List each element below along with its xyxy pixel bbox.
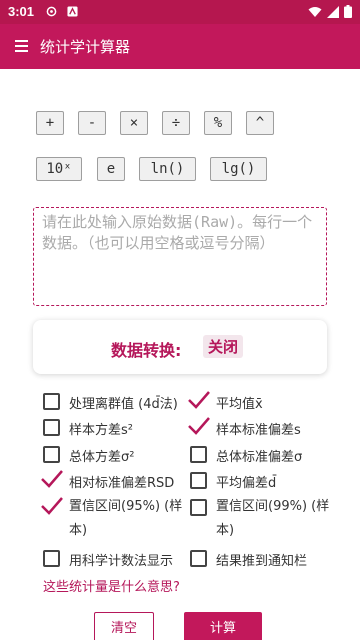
help-link[interactable]: 这些统计量是什么意思? — [43, 576, 180, 595]
data-conversion-value[interactable]: 关闭 — [203, 335, 244, 358]
data-conversion-label: 数据转换: — [111, 341, 182, 360]
check-icon[interactable] — [187, 414, 211, 438]
checkbox[interactable] — [43, 419, 60, 436]
checkbox[interactable] — [190, 550, 207, 567]
signal-icon — [327, 5, 339, 18]
option-mean-deviation-label: 平均偏差d̄ — [216, 476, 277, 491]
option-pop-sd-label: 总体标准偏差σ — [216, 450, 303, 465]
key-minus[interactable]: - — [78, 111, 106, 135]
option-ci95-label: 置信区间(95%) (样本) — [69, 499, 183, 538]
key-percent[interactable]: % — [204, 111, 232, 135]
checkbox[interactable] — [43, 446, 60, 463]
key-e[interactable]: e — [97, 157, 125, 181]
checkbox[interactable] — [190, 446, 207, 463]
key-multiply[interactable]: × — [120, 111, 148, 135]
menu-icon[interactable] — [14, 38, 30, 54]
key-lg[interactable]: lg() — [210, 157, 267, 181]
option-outlier[interactable]: 处理离群值 (4d̄法) — [43, 392, 183, 412]
checkbox[interactable] — [43, 550, 60, 567]
option-scientific-label: 用科学计数法显示 — [69, 554, 174, 569]
check-icon[interactable] — [187, 388, 211, 412]
option-ci99-label: 置信区间(99%) (样本) — [216, 499, 330, 538]
option-sample-variance[interactable]: 样本方差s² — [43, 418, 183, 438]
option-rsd-label: 相对标准偏差RSD — [69, 476, 175, 491]
option-rsd[interactable]: 相对标准偏差RSD — [41, 470, 183, 491]
option-pop-variance[interactable]: 总体方差σ² — [43, 445, 183, 465]
wifi-icon — [308, 6, 322, 17]
key-power[interactable]: ^ — [246, 111, 274, 135]
status-bar: 3:01 — [0, 0, 360, 24]
key-ln[interactable]: ln() — [139, 157, 196, 181]
option-sample-variance-label: 样本方差s² — [69, 423, 133, 438]
clear-button[interactable]: 清空 — [94, 612, 154, 640]
key-plus[interactable]: + — [36, 111, 64, 135]
status-time: 3:01 — [8, 4, 35, 19]
option-scientific[interactable]: 用科学计数法显示 — [43, 549, 183, 569]
app-title: 统计学计算器 — [40, 38, 131, 56]
option-mean-label: 平均值x̄ — [216, 397, 263, 412]
option-pop-variance-label: 总体方差σ² — [69, 450, 135, 465]
option-mean-deviation[interactable]: 平均偏差d̄ — [190, 471, 340, 491]
checkbox[interactable] — [43, 393, 60, 410]
option-outlier-label: 处理离群值 (4d̄法) — [69, 397, 178, 412]
raw-data-input[interactable]: 请在此处输入原始数据(Raw)。每行一个数据。（也可以用空格或逗号分隔） — [33, 207, 327, 306]
option-mean[interactable]: 平均值x̄ — [188, 391, 340, 412]
option-pop-sd[interactable]: 总体标准偏差σ — [190, 445, 340, 465]
option-ci99[interactable]: 置信区间(99%) (样本) — [190, 498, 340, 538]
key-divide[interactable]: ÷ — [162, 111, 190, 135]
option-sample-sd[interactable]: 样本标准偏差s — [188, 417, 340, 438]
check-icon[interactable] — [40, 467, 64, 491]
key-ten-power[interactable]: 10ˣ — [36, 157, 82, 181]
calculate-button[interactable]: 计算 — [184, 612, 262, 640]
option-sample-sd-label: 样本标准偏差s — [216, 423, 301, 438]
status-indicators — [308, 5, 352, 18]
app-notification-icon — [67, 6, 78, 17]
check-icon[interactable] — [40, 494, 64, 518]
checkbox[interactable] — [190, 472, 207, 489]
app-bar: 统计学计算器 — [0, 24, 360, 69]
option-notify[interactable]: 结果推到通知栏 — [190, 549, 340, 569]
settings-notification-icon — [46, 6, 57, 17]
option-notify-label: 结果推到通知栏 — [216, 554, 308, 569]
option-ci95[interactable]: 置信区间(95%) (样本) — [41, 497, 183, 538]
data-conversion-card[interactable]: 数据转换: 关闭 — [33, 320, 327, 374]
checkbox[interactable] — [190, 499, 207, 516]
battery-icon — [344, 5, 352, 18]
